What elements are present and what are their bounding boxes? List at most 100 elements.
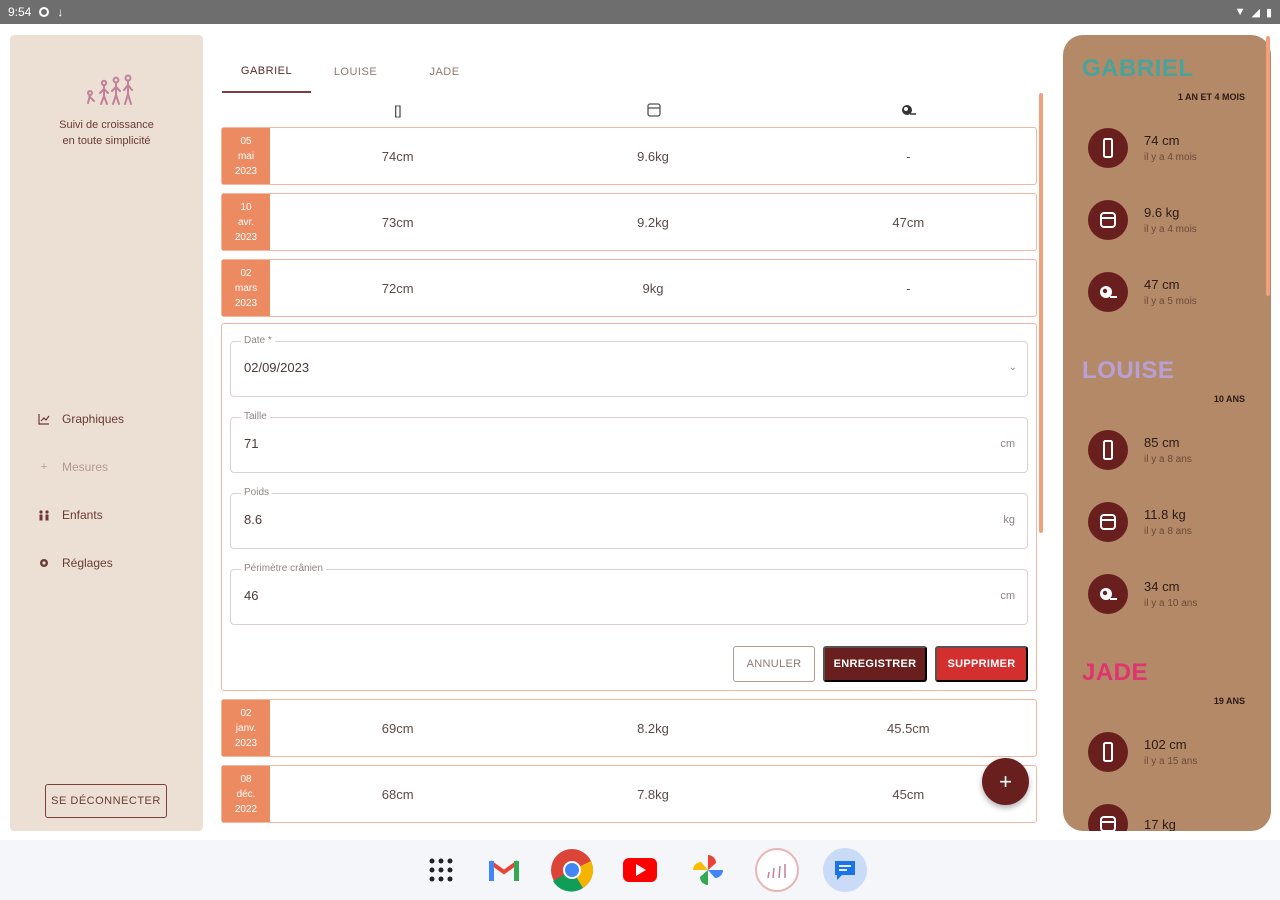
- date-month: déc.: [236, 788, 256, 800]
- row-date: 05 mai 2023: [222, 128, 270, 184]
- stat-value: 85 cm: [1144, 435, 1180, 450]
- wifi-icon: ▼: [1234, 6, 1246, 18]
- poids-field-value: 8.6: [244, 512, 263, 527]
- head-icon: [902, 105, 917, 115]
- sync-icon: [39, 7, 50, 17]
- app-tagline: Suivi de croissance en toute simplicité: [10, 117, 203, 149]
- table-row[interactable]: 10 avr. 2023 73cm 9.2kg 47cm: [221, 193, 1037, 251]
- perimetre-field-label: Périmètre crânien: [241, 563, 326, 574]
- gmail-icon[interactable]: [482, 848, 526, 892]
- scale-icon: [646, 103, 661, 117]
- perimetre-field-unit: cm: [1000, 590, 1015, 602]
- panel-scrollbar[interactable]: [1266, 36, 1270, 296]
- apps-icon[interactable]: [419, 848, 463, 892]
- date-month: janv.: [235, 722, 257, 734]
- messages-icon[interactable]: [823, 848, 867, 892]
- child-name-gabriel: GABRIEL: [1082, 55, 1194, 82]
- add-measure-button[interactable]: +: [982, 758, 1029, 805]
- cell-taille: 69cm: [381, 720, 414, 736]
- stat-value: 34 cm: [1144, 579, 1180, 594]
- stat-poids: 11.8 kg il y a 8 ans: [1088, 502, 1192, 542]
- sidebar-item-label: Enfants: [62, 508, 103, 522]
- cell-perimetre: 45.5cm: [887, 720, 930, 736]
- date-year: 2023: [234, 737, 258, 749]
- tab-gabriel[interactable]: GABRIEL: [222, 50, 311, 93]
- height-column-header: []: [270, 98, 526, 122]
- weight-column-header: [526, 98, 782, 122]
- tab-jade[interactable]: JADE: [400, 50, 489, 93]
- cell-taille: 73cm: [381, 214, 414, 230]
- taille-field[interactable]: Taille 71 cm: [230, 411, 1028, 473]
- ruler-icon: [1088, 128, 1128, 168]
- cell-taille: 68cm: [381, 786, 414, 802]
- app-dock: [0, 840, 1280, 900]
- stat-value: 47 cm: [1144, 277, 1180, 292]
- photos-icon[interactable]: [686, 848, 730, 892]
- table-row[interactable]: 08 déc. 2022 68cm 7.8kg 45cm: [221, 765, 1037, 823]
- save-button[interactable]: ENREGISTRER: [823, 646, 927, 682]
- cell-poids: 9.2kg: [637, 214, 669, 230]
- gear-icon: [38, 557, 50, 569]
- stat-ago: il y a 4 mois: [1144, 224, 1197, 235]
- cancel-button[interactable]: ANNULER: [733, 646, 815, 682]
- stat-perimetre: 34 cm il y a 10 ans: [1088, 574, 1197, 614]
- cell-poids: 7.8kg: [637, 786, 669, 802]
- signal-icon: ◢: [1251, 6, 1260, 19]
- list-scrollbar[interactable]: [1039, 93, 1043, 533]
- head-column-header: [781, 98, 1037, 122]
- growth-app-icon[interactable]: [755, 848, 799, 892]
- sidebar-item-enfants[interactable]: Enfants: [38, 491, 124, 539]
- poids-field[interactable]: Poids 8.6 kg: [230, 487, 1028, 549]
- chrome-icon[interactable]: [550, 848, 594, 892]
- table-row[interactable]: 02 janv. 2023 69cm 8.2kg 45.5cm: [221, 699, 1037, 757]
- sidebar-item-mesures[interactable]: + Mesures: [38, 443, 124, 491]
- taille-field-label: Taille: [241, 411, 270, 422]
- perimetre-field[interactable]: Périmètre crânien 46 cm: [230, 563, 1028, 625]
- plus-icon: +: [40, 461, 48, 473]
- stat-taille: 102 cm il y a 15 ans: [1088, 732, 1197, 772]
- stat-ago: il y a 8 ans: [1144, 526, 1192, 537]
- children-summary-panel: GABRIEL 1 AN ET 4 MOIS 74 cm il y a 4 moi…: [1063, 35, 1271, 831]
- date-day: 02: [240, 707, 252, 719]
- stat-ago: il y a 8 ans: [1144, 454, 1192, 465]
- children-icon: [38, 509, 50, 521]
- stat-poids: 17 kg: [1088, 804, 1176, 831]
- stat-ago: il y a 10 ans: [1144, 598, 1198, 609]
- row-date: 02 janv. 2023: [222, 700, 270, 756]
- cell-poids: 9.6kg: [637, 148, 669, 164]
- stat-value: 102 cm: [1144, 737, 1187, 752]
- sidebar-item-reglages[interactable]: Réglages: [38, 539, 124, 587]
- poids-field-label: Poids: [241, 487, 273, 498]
- status-bar: 9:54 ↓ ▼ ◢ ▮: [0, 0, 1280, 24]
- cell-poids: 9kg: [642, 280, 664, 296]
- cell-perimetre: 47cm: [892, 214, 925, 230]
- stat-taille: 74 cm il y a 4 mois: [1088, 128, 1197, 168]
- stat-value: 9.6 kg: [1144, 205, 1180, 220]
- cell-taille: 74cm: [381, 148, 414, 164]
- stat-perimetre: 47 cm il y a 5 mois: [1088, 272, 1197, 312]
- table-row[interactable]: 05 mai 2023 74cm 9.6kg -: [221, 127, 1037, 185]
- stat-value: 11.8 kg: [1144, 507, 1186, 522]
- youtube-icon[interactable]: [618, 848, 662, 892]
- stat-value: 74 cm: [1144, 133, 1180, 148]
- perimetre-field-value: 46: [244, 588, 259, 603]
- sidebar-item-graphiques[interactable]: Graphiques: [38, 395, 124, 443]
- table-row[interactable]: 02 mars 2023 72cm 9kg -: [221, 259, 1037, 317]
- column-headers: []: [270, 98, 1037, 122]
- tab-louise[interactable]: LOUISE: [311, 50, 400, 93]
- status-time: 9:54: [8, 5, 32, 19]
- delete-button[interactable]: SUPPRIMER: [935, 646, 1028, 682]
- cell-perimetre: -: [906, 148, 911, 164]
- tagline-line-2: en toute simplicité: [62, 135, 151, 147]
- date-field[interactable]: Date * 02/09/2023 ⌄: [230, 335, 1028, 397]
- cell-taille: 72cm: [381, 280, 414, 296]
- scale-icon: [1088, 502, 1128, 542]
- tagline-line-1: Suivi de croissance: [59, 119, 154, 131]
- head-icon: [1088, 272, 1128, 312]
- row-date: 02 mars 2023: [222, 260, 270, 316]
- stat-ago: il y a 15 ans: [1144, 756, 1198, 767]
- logout-button[interactable]: SE DÉCONNECTER: [45, 784, 167, 818]
- chevron-down-icon[interactable]: ⌄: [1009, 362, 1017, 373]
- date-year: 2022: [234, 803, 258, 815]
- scale-icon: [1088, 200, 1128, 240]
